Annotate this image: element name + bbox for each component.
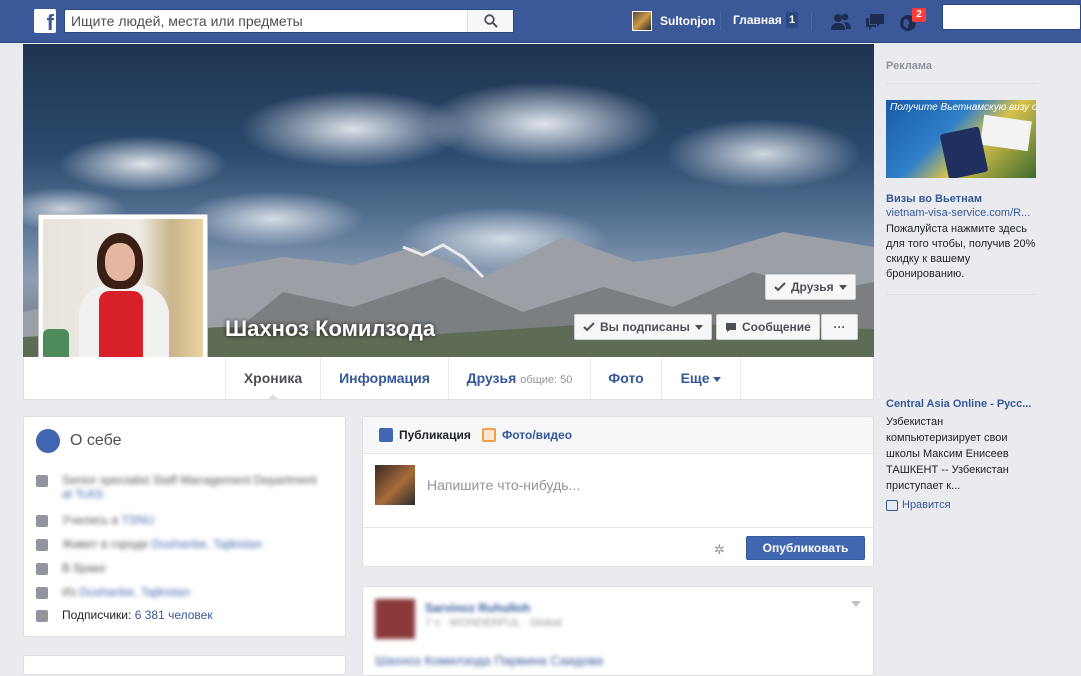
ad-url[interactable]: vietnam-visa-service.com/R... <box>886 207 1036 219</box>
ad2-body: Узбекистан компьютеризирует свои школы М… <box>886 416 1009 492</box>
message-button[interactable]: Сообщение <box>716 314 820 340</box>
chevron-down-icon <box>694 324 703 330</box>
pencil-icon <box>379 428 393 442</box>
photo-icon <box>482 428 496 442</box>
about-work-text: Senior specialist Staff Management Depar… <box>62 473 317 501</box>
subscribed-button[interactable]: Вы подписаны <box>574 314 712 340</box>
chevron-down-icon[interactable] <box>851 601 861 607</box>
tab-friends[interactable]: Друзья общие: 50 <box>448 357 590 399</box>
chevron-down-icon <box>838 284 847 290</box>
messages-icon[interactable] <box>864 12 886 32</box>
home-count-badge: 1 <box>786 12 798 28</box>
user-avatar <box>632 11 652 31</box>
about-education: Учились в TSNU <box>36 513 154 527</box>
feed-post: Sarvinoz Ruhulloh 7 ч · WONDERFUL · Glob… <box>362 586 874 676</box>
about-hometown: Из Dushanbe, Tajikistan <box>36 585 190 599</box>
ad-body: Пожалуйста нажмите здесь для того чтобы,… <box>886 223 1036 280</box>
about-relationship: В браке <box>36 561 106 575</box>
about-lives-text: Живет в городе Dushanbe, Tajikistan <box>62 537 263 551</box>
about-followers: Подписчики: 6 381 человек <box>36 608 213 622</box>
active-tab-indicator <box>267 394 279 400</box>
ad2-headline[interactable]: Central Asia Online - Русс... <box>886 398 1036 410</box>
hometown-link[interactable]: Dushanbe, Tajikistan <box>79 585 190 599</box>
post-author-avatar[interactable] <box>375 599 415 639</box>
post-author-name[interactable]: Sarvinoz Ruhulloh <box>425 601 530 615</box>
tab-more[interactable]: Еще <box>661 357 741 399</box>
message-icon <box>726 322 736 332</box>
divider <box>886 294 1036 295</box>
followers-text: Подписчики: 6 381 человек <box>62 608 213 622</box>
about-education-text: Учились в TSNU <box>62 513 155 527</box>
work-link[interactable]: at TcAS <box>62 487 103 501</box>
about-lives-in: Живет в городе Dushanbe, Tajikistan <box>36 537 262 551</box>
post-meta: 7 ч · WONDERFUL · Global <box>425 617 562 629</box>
composer-avatar <box>375 465 415 505</box>
ad-image[interactable]: Получите Вьетнамскую визу онлайн <box>886 100 1036 178</box>
friend-requests-icon[interactable] <box>830 12 852 32</box>
thumbs-up-icon <box>886 499 898 511</box>
ad-image-text: Получите Вьетнамскую визу онлайн <box>890 102 1036 113</box>
tab-about[interactable]: Информация <box>320 357 448 399</box>
top-navigation-bar: f Sultonjon Главная 1 2 <box>0 0 1081 43</box>
notifications-badge: 2 <box>912 8 926 22</box>
sponsored-column: Реклама Получите Вьетнамскую визу онлайн… <box>886 60 1036 511</box>
ad2-like-button[interactable]: Нравится <box>886 499 951 511</box>
profile-name[interactable]: Шахноз Комилзода <box>225 316 435 342</box>
more-options-button[interactable]: ··· <box>821 314 858 340</box>
tab-publication[interactable]: Публикация <box>379 428 471 442</box>
profile-tabs: Хроника Информация Друзья общие: 50 Фото … <box>23 357 874 400</box>
settings-gear-icon[interactable]: ✲ <box>714 542 725 558</box>
about-relationship-text: В браке <box>62 561 106 575</box>
school-link[interactable]: TSNU <box>122 513 155 527</box>
home-link[interactable]: Главная <box>733 13 782 27</box>
tab-photos[interactable]: Фото <box>590 357 661 399</box>
user-profile-link[interactable]: Sultonjon <box>632 11 715 31</box>
school-icon <box>36 515 48 527</box>
composer-tabs: Публикация Фото/видео <box>363 417 873 454</box>
rss-icon <box>36 610 48 622</box>
top-right-field[interactable] <box>942 4 1081 30</box>
globe-icon <box>36 429 60 453</box>
location-pin-icon <box>36 587 48 599</box>
publish-button[interactable]: Опубликовать <box>746 536 865 560</box>
about-panel: О себе Senior specialist Staff Managemen… <box>23 416 346 637</box>
secondary-panel <box>23 655 346 675</box>
briefcase-icon <box>36 475 48 487</box>
search-box <box>64 9 514 33</box>
post-text: Шахноз Комилзода Парвина Саидова <box>375 653 604 668</box>
search-input[interactable] <box>65 10 465 32</box>
ad-headline[interactable]: Визы во Вьетнам <box>886 193 982 205</box>
facebook-logo[interactable]: f <box>34 9 56 33</box>
tab-photo-video[interactable]: Фото/видео <box>482 428 572 442</box>
about-hometown-text: Из Dushanbe, Tajikistan <box>62 585 190 599</box>
divider <box>811 12 812 30</box>
tab-timeline[interactable]: Хроника <box>225 357 320 400</box>
check-icon <box>774 282 786 292</box>
post-composer: Публикация Фото/видео ✲ Опубликовать <box>362 416 874 567</box>
about-header: О себе <box>36 429 122 453</box>
home-icon <box>36 539 48 551</box>
friends-button[interactable]: Друзья <box>765 274 856 300</box>
ad-image-ticket <box>980 114 1032 152</box>
profile-photo-image <box>43 219 203 379</box>
ads-title: Реклама <box>886 60 1036 84</box>
check-icon <box>583 322 595 332</box>
about-work: Senior specialist Staff Management Depar… <box>36 473 317 501</box>
followers-link[interactable]: 6 381 человек <box>135 608 213 622</box>
heart-icon <box>36 563 48 575</box>
about-title: О себе <box>70 432 122 449</box>
photo-face <box>105 243 135 281</box>
composer-input[interactable] <box>427 477 847 493</box>
search-button[interactable] <box>467 10 513 32</box>
composer-footer: ✲ Опубликовать <box>363 527 873 567</box>
chevron-down-icon <box>713 376 722 382</box>
divider <box>720 12 721 30</box>
search-icon <box>484 14 498 28</box>
city-link[interactable]: Dushanbe, Tajikistan <box>152 537 263 551</box>
